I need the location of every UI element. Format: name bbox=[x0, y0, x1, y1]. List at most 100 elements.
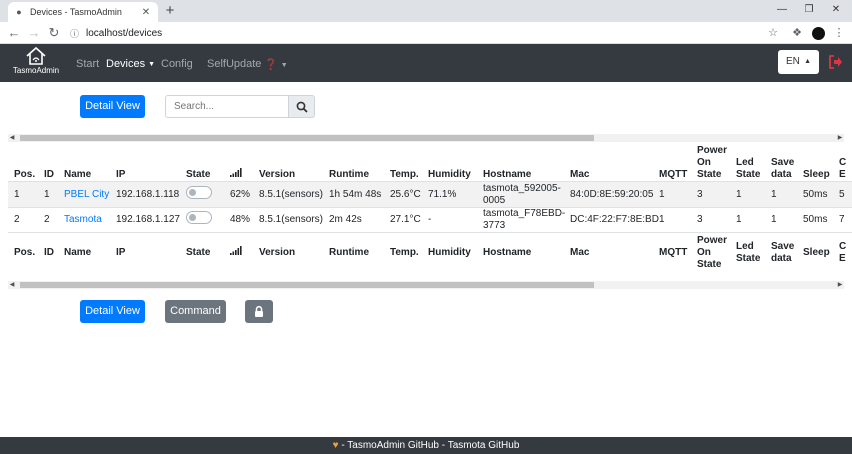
menu-dots-icon[interactable]: ⋮ bbox=[832, 26, 846, 40]
nav-help[interactable]: ❓ ▼ bbox=[264, 58, 288, 71]
th-mac[interactable]: Mac bbox=[570, 169, 589, 180]
logout-icon[interactable] bbox=[829, 55, 843, 69]
page-footer: ♥ - TasmoAdmin GitHub - Tasmota GitHub bbox=[0, 437, 852, 454]
scrollbar-thumb[interactable] bbox=[20, 135, 594, 141]
th-pos[interactable]: Pos. bbox=[14, 247, 35, 258]
th-save-2[interactable]: data bbox=[771, 253, 792, 264]
minimize-icon[interactable]: — bbox=[772, 2, 792, 18]
th-name[interactable]: Name bbox=[64, 169, 91, 180]
th-pos[interactable]: Pos. bbox=[14, 169, 35, 180]
th-ip[interactable]: IP bbox=[116, 247, 125, 258]
th-mqtt[interactable]: MQTT bbox=[659, 169, 687, 180]
th-version[interactable]: Version bbox=[259, 169, 295, 180]
th-cut-1[interactable]: C bbox=[839, 157, 846, 168]
scroll-left-icon[interactable]: ◀ bbox=[8, 281, 16, 289]
tasmota-github-link[interactable]: Tasmota GitHub bbox=[448, 440, 520, 451]
th-power-on-1[interactable]: Power bbox=[697, 235, 727, 246]
th-save-1[interactable]: Save bbox=[771, 241, 794, 252]
th-hostname[interactable]: Hostname bbox=[483, 169, 531, 180]
th-led-2[interactable]: State bbox=[736, 169, 760, 180]
th-temp[interactable]: Temp. bbox=[390, 247, 419, 258]
cell-pos: 2 bbox=[14, 214, 20, 225]
info-icon[interactable]: ⓘ bbox=[70, 27, 80, 40]
th-led-1[interactable]: Led bbox=[736, 241, 754, 252]
close-icon[interactable]: ✕ bbox=[140, 7, 152, 18]
th-power-on-2[interactable]: On bbox=[697, 247, 711, 258]
th-humidity[interactable]: Humidity bbox=[428, 247, 471, 258]
cell-id: 1 bbox=[44, 189, 50, 200]
tab-title: Devices - TasmoAdmin bbox=[30, 7, 122, 17]
th-state[interactable]: State bbox=[186, 247, 210, 258]
detail-view-button-top[interactable]: Detail View bbox=[80, 95, 145, 118]
tasmoadmin-github-link[interactable]: TasmoAdmin GitHub bbox=[347, 440, 439, 451]
footer-separator-1: - bbox=[341, 440, 345, 451]
house-icon bbox=[26, 46, 46, 65]
th-mqtt[interactable]: MQTT bbox=[659, 247, 687, 258]
bookmark-star-icon[interactable]: ☆ bbox=[766, 26, 780, 40]
device-name-link[interactable]: Tasmota bbox=[64, 214, 102, 225]
scrollbar-thumb[interactable] bbox=[20, 282, 594, 288]
th-humidity[interactable]: Humidity bbox=[428, 169, 471, 180]
th-version[interactable]: Version bbox=[259, 247, 295, 258]
state-toggle[interactable] bbox=[186, 211, 212, 224]
table-scrollbar-bottom[interactable]: ◀ ▶ bbox=[8, 281, 844, 289]
th-hostname[interactable]: Hostname bbox=[483, 247, 531, 258]
th-name[interactable]: Name bbox=[64, 247, 91, 258]
cell-signal: 48% bbox=[230, 214, 251, 225]
browser-tab[interactable]: ● Devices - TasmoAdmin ✕ bbox=[8, 2, 158, 22]
brand-logo[interactable]: TasmoAdmin bbox=[10, 46, 62, 80]
th-cut-1[interactable]: C bbox=[839, 241, 846, 252]
th-runtime[interactable]: Runtime bbox=[329, 247, 369, 258]
th-id[interactable]: ID bbox=[44, 169, 54, 180]
table-scrollbar-top[interactable]: ◀ ▶ bbox=[8, 134, 844, 142]
th-state[interactable]: State bbox=[186, 169, 210, 180]
detail-view-button-bottom[interactable]: Detail View bbox=[80, 300, 145, 323]
nav-devices[interactable]: Devices ▼ bbox=[106, 58, 155, 70]
cell-humidity: - bbox=[428, 214, 432, 225]
window-close-icon[interactable]: ✕ bbox=[826, 2, 846, 18]
extensions-icon[interactable]: ❖ bbox=[790, 26, 804, 40]
th-power-on-3[interactable]: State bbox=[697, 169, 721, 180]
restore-icon[interactable]: ❐ bbox=[799, 2, 819, 18]
search-input[interactable] bbox=[165, 95, 289, 118]
scroll-right-icon[interactable]: ▶ bbox=[836, 134, 844, 142]
th-sleep[interactable]: Sleep bbox=[803, 247, 830, 258]
th-temp[interactable]: Temp. bbox=[390, 169, 419, 180]
cell-cut: 7 bbox=[839, 214, 845, 225]
app-navbar: TasmoAdmin Start Devices ▼ Config SelfUpd… bbox=[0, 44, 852, 82]
th-led-1[interactable]: Led bbox=[736, 157, 754, 168]
chevron-down-icon: ▼ bbox=[148, 61, 156, 68]
back-icon[interactable]: ← bbox=[6, 25, 22, 41]
device-name-link[interactable]: PBEL City bbox=[64, 189, 109, 200]
scroll-left-icon[interactable]: ◀ bbox=[8, 134, 16, 142]
language-select[interactable]: EN ▲ bbox=[778, 50, 819, 74]
address-bar[interactable]: ⓘ localhost/devices bbox=[70, 25, 760, 41]
state-toggle[interactable] bbox=[186, 186, 212, 199]
th-id[interactable]: ID bbox=[44, 247, 54, 258]
nav-selfupdate[interactable]: SelfUpdate bbox=[207, 58, 261, 70]
th-mac[interactable]: Mac bbox=[570, 247, 589, 258]
th-power-on-3[interactable]: State bbox=[697, 259, 721, 270]
th-led-2[interactable]: State bbox=[736, 253, 760, 264]
search-button[interactable] bbox=[289, 95, 315, 118]
th-runtime[interactable]: Runtime bbox=[329, 169, 369, 180]
th-power-on-2[interactable]: On bbox=[697, 157, 711, 168]
nav-start[interactable]: Start bbox=[76, 58, 99, 70]
profile-avatar[interactable] bbox=[812, 27, 825, 40]
nav-config[interactable]: Config bbox=[161, 58, 193, 70]
cell-signal: 62% bbox=[230, 189, 251, 200]
th-power-on-1[interactable]: Power bbox=[697, 145, 727, 156]
th-ip[interactable]: IP bbox=[116, 169, 125, 180]
scroll-right-icon[interactable]: ▶ bbox=[836, 281, 844, 289]
reload-icon[interactable]: ↻ bbox=[46, 25, 62, 41]
forward-icon[interactable]: → bbox=[26, 25, 42, 41]
lock-button[interactable] bbox=[245, 300, 273, 323]
command-button[interactable]: Command bbox=[165, 300, 226, 323]
th-cut-2[interactable]: E bbox=[839, 169, 846, 180]
th-cut-2[interactable]: E bbox=[839, 253, 846, 264]
th-sleep[interactable]: Sleep bbox=[803, 169, 830, 180]
cell-power-on: 3 bbox=[697, 214, 703, 225]
th-save-2[interactable]: data bbox=[771, 169, 792, 180]
new-tab-icon[interactable]: + bbox=[162, 3, 178, 19]
th-save-1[interactable]: Save bbox=[771, 157, 794, 168]
